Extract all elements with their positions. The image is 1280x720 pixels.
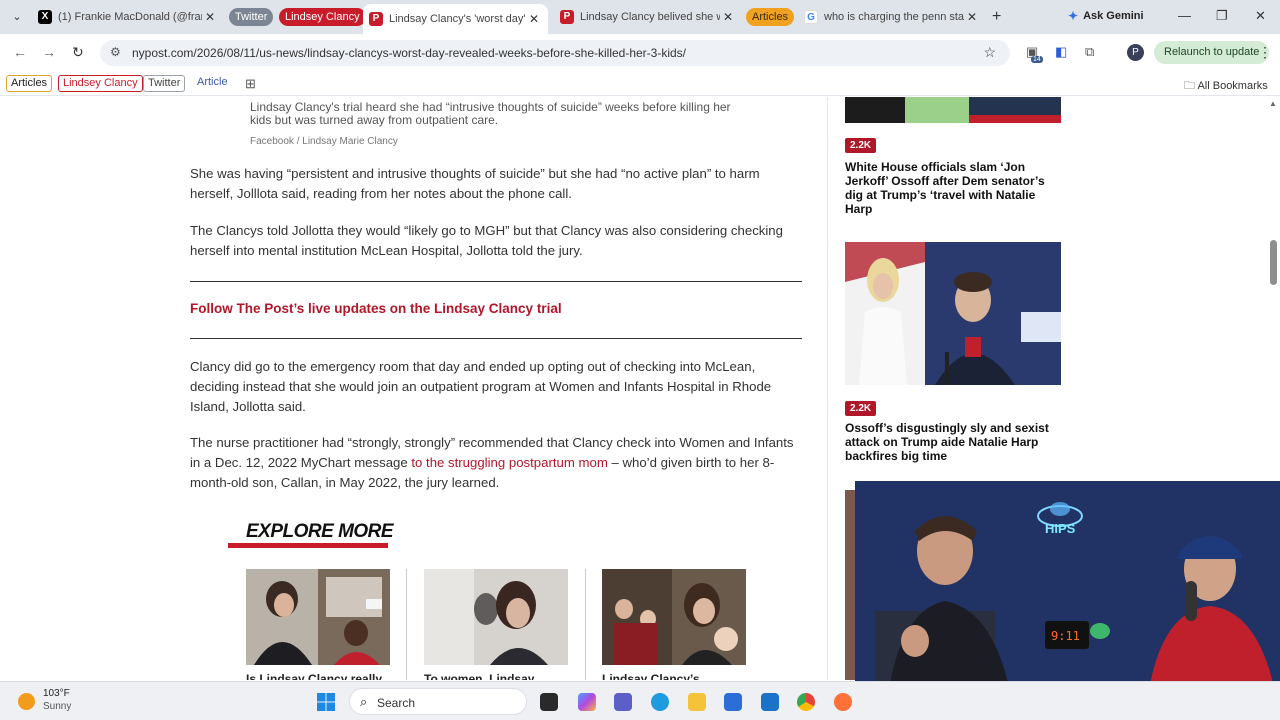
tab-group-lindsey[interactable]: Lindsey Clancy [279, 8, 366, 26]
ask-gemini-label: Ask Gemini [1083, 10, 1144, 22]
article-paragraph: The Clancys told Jollotta they would “li… [190, 223, 783, 258]
ask-gemini-button[interactable]: ✦ Ask Gemini [1068, 9, 1144, 23]
edge-icon[interactable] [651, 693, 669, 711]
avatar[interactable]: P [1127, 44, 1144, 61]
sidebar-thumbnail[interactable] [845, 242, 1061, 385]
scrollbar-thumb[interactable] [1270, 240, 1277, 285]
divider [190, 338, 802, 339]
search-label: Search [377, 696, 416, 710]
all-bookmarks-label: All Bookmarks [1197, 80, 1268, 92]
bookmarks-bar: Articles Lindsey Clancy Twitter Article [0, 72, 1280, 96]
gemini-icon: ✦ [1068, 9, 1079, 23]
weather-condition[interactable]: Sunny [43, 701, 71, 712]
nypost-favicon-icon: P [560, 10, 574, 24]
restore-icon[interactable]: ❐ [1216, 8, 1228, 24]
divider [585, 569, 586, 680]
postpartum-mom-link[interactable]: to the struggling postpartum mom [411, 455, 607, 470]
teams-icon[interactable] [614, 693, 632, 711]
reload-icon[interactable]: ↻ [72, 44, 84, 61]
sidebar-thumbnail-top[interactable] [845, 97, 1061, 123]
copilot-icon[interactable] [578, 693, 596, 711]
firefox-icon[interactable] [834, 693, 852, 711]
close-icon[interactable]: ✕ [964, 10, 980, 24]
explore-thumbnail-2[interactable] [424, 569, 568, 665]
scroll-up-icon[interactable]: ▲ [1269, 99, 1277, 108]
close-icon[interactable]: ✕ [202, 10, 218, 24]
tab-strip: ⌄ X (1) Frankie MacDonald (@fran ✕ Twitt… [0, 0, 1280, 34]
extension-blue-icon[interactable]: ◧ [1055, 44, 1067, 60]
tab-title: Lindsay Clancy's 'worst day' r [389, 13, 526, 25]
explore-thumbnail-1[interactable] [246, 569, 390, 665]
weather-temperature[interactable]: 103°F [43, 688, 70, 699]
nypost-favicon-icon: P [369, 12, 383, 26]
sidebar-headline[interactable]: White House officials slam ‘Jon Jerkoff’… [845, 160, 1055, 216]
back-icon[interactable]: ← [13, 44, 27, 60]
relaunch-button[interactable]: Relaunch to update [1154, 41, 1270, 64]
extension-badge: 14 [1031, 56, 1043, 63]
neon-sign: HIPS [1045, 521, 1076, 536]
sidebar-headline[interactable]: Ossoff’s disgustingly sly and sexist att… [845, 421, 1055, 463]
windows-start-icon[interactable] [316, 692, 336, 712]
bookmark-article[interactable]: Article [193, 75, 232, 92]
bookmark-star-icon[interactable]: ☆ [983, 44, 996, 61]
tab-belived[interactable]: P Lindsay Clancy belived she w ✕ [560, 5, 736, 29]
new-tab-icon[interactable]: + [992, 8, 1001, 26]
divider [190, 281, 802, 282]
close-icon[interactable]: ✕ [526, 12, 542, 26]
tab-frankie[interactable]: X (1) Frankie MacDonald (@fran ✕ [38, 5, 218, 29]
forward-icon[interactable]: → [42, 44, 56, 60]
bookmark-lindsey-clancy[interactable]: Lindsey Clancy [58, 75, 143, 92]
live-updates-link[interactable]: Follow The Post’s live updates on the Li… [190, 301, 562, 316]
taskbar: 103°F Sunny ⌕ Search [0, 681, 1280, 720]
explore-thumbnail-3[interactable] [602, 569, 746, 665]
desk-clock: 9:11 [1051, 629, 1080, 643]
tab-search-icon[interactable]: ⌄ [8, 8, 26, 26]
x-logo-icon: X [38, 10, 52, 24]
site-info-icon[interactable]: ⚙ [110, 45, 121, 59]
store-icon[interactable] [724, 693, 742, 711]
tab-worst-day[interactable]: P Lindsay Clancy's 'worst day' r ✕ [363, 4, 548, 34]
share-count-badge: 2.2K [845, 138, 877, 153]
url-text[interactable]: nypost.com/2026/08/11/us-news/lindsay-cl… [132, 46, 686, 60]
minimize-icon[interactable]: — [1178, 8, 1191, 23]
tab-group-twitter[interactable]: Twitter [229, 8, 274, 26]
divider [406, 569, 407, 680]
folder-icon: 🗀 [1184, 80, 1195, 92]
share-count-badge: 2.2K [845, 401, 877, 416]
all-bookmarks-button[interactable]: 🗀 All Bookmarks [1184, 77, 1268, 96]
bookmark-articles[interactable]: Articles [6, 75, 53, 92]
mail-icon[interactable] [761, 693, 779, 711]
tab-title: (1) Frankie MacDonald (@fran [58, 11, 202, 23]
article-paragraph: She was having “persistent and intrusive… [190, 166, 760, 201]
explore-title-3[interactable]: Lindsay Clancy’s [602, 672, 700, 680]
tab-title: who is charging the penn sta [824, 11, 964, 23]
tab-penn-station[interactable]: G who is charging the penn sta ✕ [804, 5, 980, 29]
address-bar[interactable]: ⚙ nypost.com/2026/08/11/us-news/lindsay-… [100, 40, 1010, 66]
explore-underline [228, 543, 388, 548]
puzzle-icon[interactable]: ⧉ [1085, 44, 1094, 60]
article-paragraph: The nurse practitioner had “strongly, st… [190, 433, 802, 493]
file-explorer-icon[interactable] [688, 693, 706, 711]
sun-icon[interactable] [18, 693, 35, 710]
taskbar-search[interactable]: ⌕ Search [349, 688, 527, 715]
explore-more-heading: EXPLORE MORE [246, 521, 394, 542]
task-view-icon[interactable] [540, 693, 558, 711]
explore-title-2[interactable]: To women, Lindsay [424, 672, 534, 680]
image-credit: Facebook / Lindsay Marie Clancy [250, 136, 398, 147]
close-icon[interactable]: ✕ [720, 10, 736, 24]
apps-grid-icon[interactable]: ⊞ [245, 76, 256, 92]
tab-group-articles[interactable]: Articles [746, 8, 795, 26]
google-icon: G [804, 10, 818, 24]
article-paragraph: Clancy did go to the emergency room that… [190, 359, 772, 414]
bookmark-twitter[interactable]: Twitter [143, 75, 186, 92]
explore-title-1[interactable]: Is Lindsay Clancy really [246, 672, 382, 680]
menu-kebab-icon[interactable]: ⋮ [1258, 44, 1272, 61]
image-caption: Lindsay Clancy's trial heard she had “in… [250, 100, 731, 127]
search-icon: ⌕ [360, 694, 368, 709]
close-window-icon[interactable]: ✕ [1255, 8, 1266, 24]
tab-title: Lindsay Clancy belived she w [580, 11, 720, 23]
chrome-icon[interactable] [797, 693, 815, 711]
